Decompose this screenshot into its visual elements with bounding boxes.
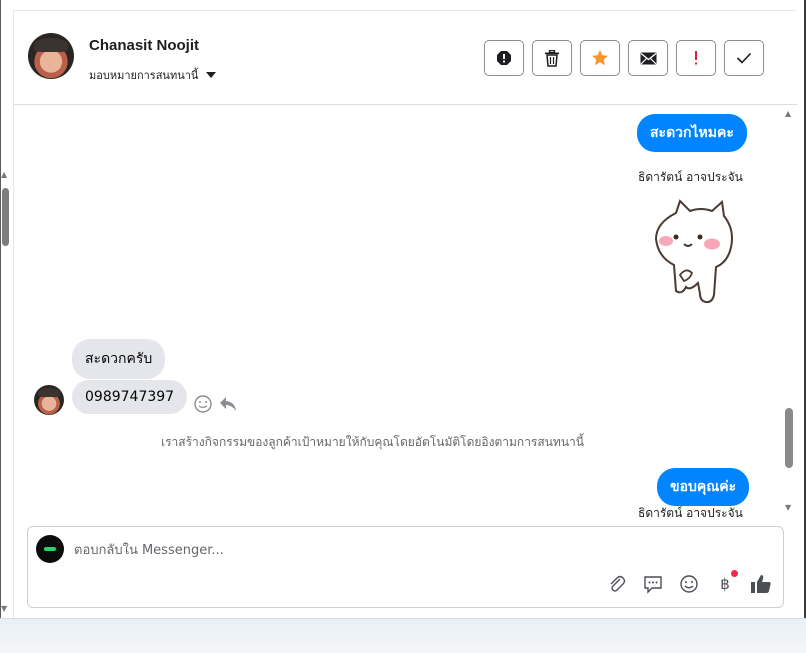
conversation-toolbar xyxy=(484,40,764,76)
thread-scrollbar[interactable]: ▲ ▼ xyxy=(782,106,796,526)
mark-done-button[interactable] xyxy=(724,40,764,76)
contact-avatar[interactable] xyxy=(28,33,74,79)
incoming-message[interactable]: 0989747397 xyxy=(72,380,188,414)
reply-input[interactable] xyxy=(74,539,674,561)
page-scrollbar[interactable]: ▲ ▼ xyxy=(0,170,11,620)
trash-icon xyxy=(545,49,559,67)
reply-composer: ฿ xyxy=(27,526,784,608)
system-note: เราสร้างกิจกรรมของลูกค้าเป้าหมายให้กับคุ… xyxy=(161,435,584,449)
composer-tools: ฿ xyxy=(606,570,772,595)
notification-dot xyxy=(731,570,738,577)
scroll-down-arrow-icon[interactable]: ▼ xyxy=(785,503,791,512)
page-scrollbar-thumb[interactable] xyxy=(2,188,9,246)
scroll-down-arrow-icon[interactable]: ▼ xyxy=(1,604,7,613)
react-smiley-icon[interactable] xyxy=(193,394,213,414)
mark-spam-button[interactable] xyxy=(484,40,524,76)
contact-avatar-small xyxy=(34,385,64,415)
outgoing-message[interactable]: ขอบคุณค่ะ xyxy=(657,468,750,506)
follow-up-button[interactable] xyxy=(676,40,716,76)
sender-name: ธิดารัตน์ อาจประจัน xyxy=(638,506,743,520)
contact-name[interactable]: Chanasit Noojit xyxy=(89,37,199,54)
saved-replies-icon[interactable] xyxy=(642,573,664,595)
alert-octagon-icon xyxy=(497,51,511,65)
message-thread[interactable]: สะดวกไหมคะ ธิดารัตน์ อาจประจัน สะดวกครับ… xyxy=(14,106,797,526)
star-icon xyxy=(592,50,608,66)
assign-label: มอบหมายการสนทนานี้ xyxy=(89,69,199,82)
mark-unread-button[interactable] xyxy=(628,40,668,76)
assign-conversation-dropdown[interactable]: มอบหมายการสนทนานี้ xyxy=(89,66,217,84)
thread-scrollbar-thumb[interactable] xyxy=(785,408,793,468)
conversation-panel: Chanasit Noojit มอบหมายการสนทนานี้ สะดวก… xyxy=(13,10,797,618)
payment-icon[interactable]: ฿ xyxy=(714,570,738,595)
outgoing-message[interactable]: สะดวกไหมคะ xyxy=(637,114,747,152)
page-avatar xyxy=(36,535,64,563)
checkmark-icon xyxy=(736,52,752,64)
caret-down-icon xyxy=(206,72,217,78)
scroll-up-arrow-icon[interactable]: ▲ xyxy=(1,170,7,179)
attachment-icon[interactable] xyxy=(606,573,628,595)
delete-button[interactable] xyxy=(532,40,572,76)
exclamation-icon xyxy=(695,51,697,65)
sender-name: ธิดารัตน์ อาจประจัน xyxy=(638,170,743,184)
emoji-icon[interactable] xyxy=(678,573,700,595)
scroll-up-arrow-icon[interactable]: ▲ xyxy=(785,109,791,118)
conversation-header: Chanasit Noojit มอบหมายการสนทนานี้ xyxy=(14,11,797,105)
reply-arrow-icon[interactable] xyxy=(218,394,238,414)
baht-symbol: ฿ xyxy=(720,575,730,593)
like-thumb-icon[interactable] xyxy=(750,573,772,595)
incoming-message[interactable]: สะดวกครับ xyxy=(72,339,166,379)
taskbar-strip xyxy=(0,618,806,653)
cat-sticker[interactable] xyxy=(646,199,736,311)
envelope-icon xyxy=(640,52,656,64)
star-button[interactable] xyxy=(580,40,620,76)
